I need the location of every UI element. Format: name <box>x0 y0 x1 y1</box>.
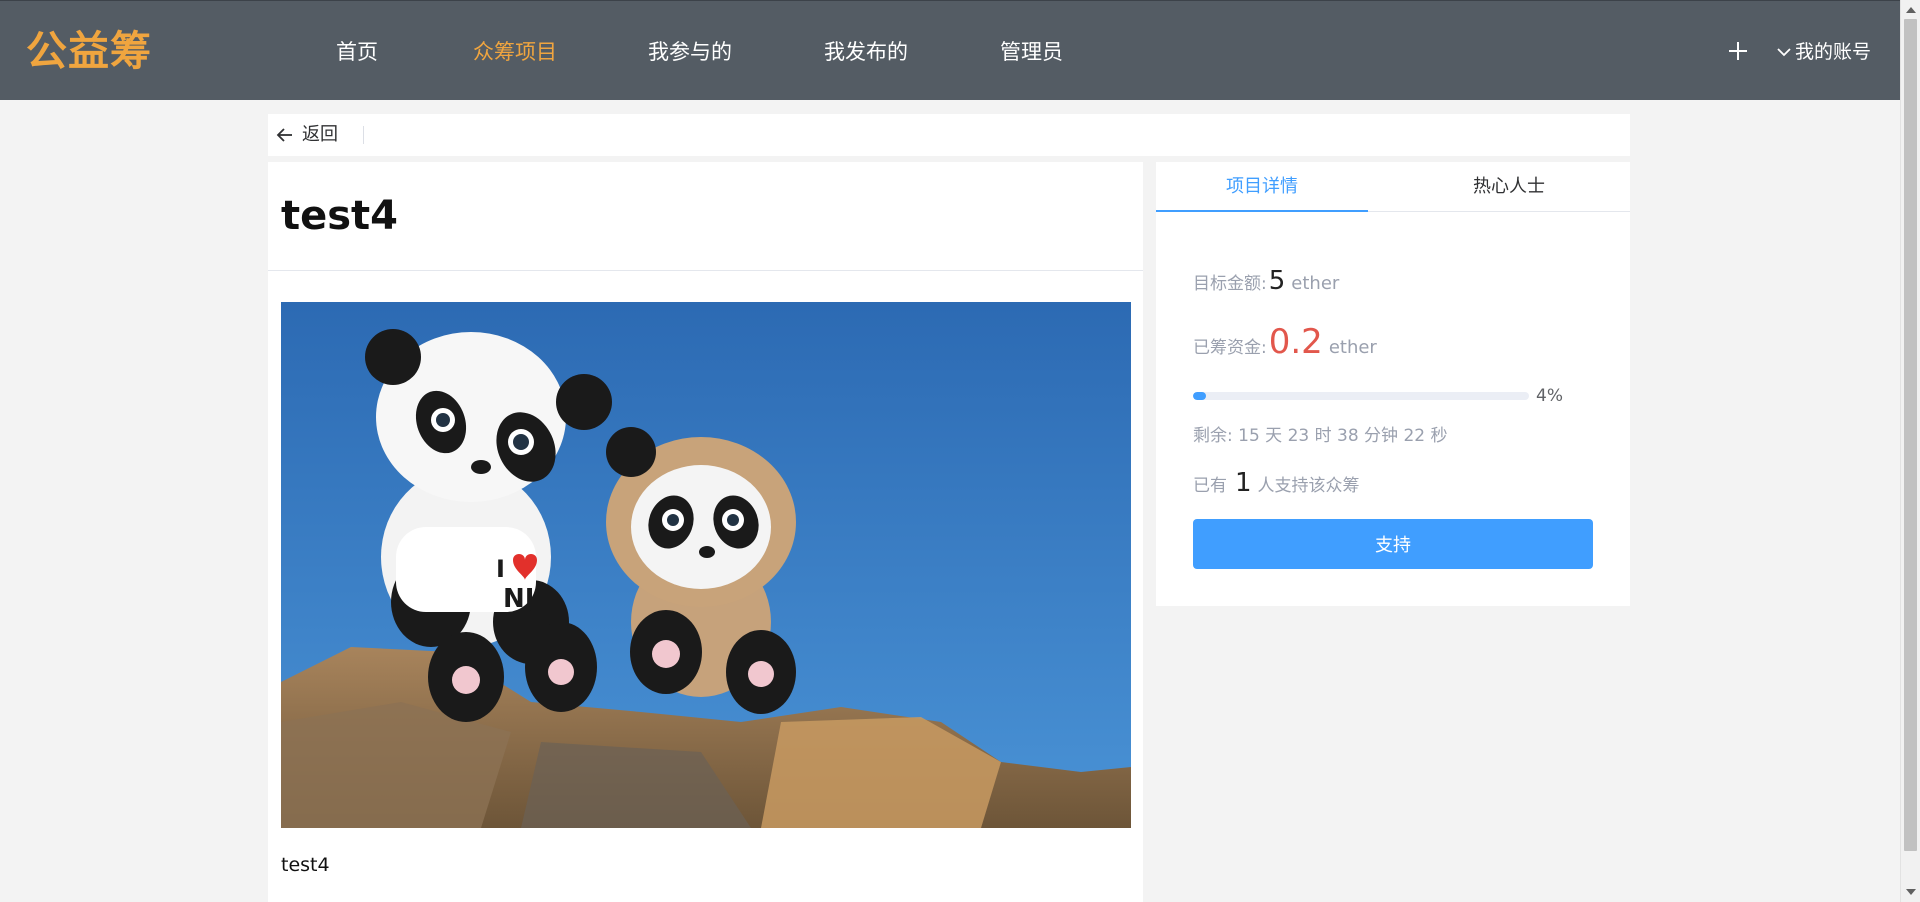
plus-icon[interactable] <box>1726 33 1750 69</box>
nav-item-projects[interactable]: 众筹项目 <box>473 38 557 66</box>
raised-amount-label: 已筹资金: <box>1193 338 1267 358</box>
account-menu[interactable]: 我的账号 <box>1776 38 1871 66</box>
account-label: 我的账号 <box>1795 41 1872 63</box>
top-navbar: 公益筹 首页 众筹项目 我参与的 我发布的 管理员 我的账号 <box>0 0 1900 100</box>
scrollbar-thumb[interactable] <box>1904 19 1917 851</box>
tab-supporters[interactable]: 热心人士 <box>1388 162 1630 212</box>
project-title: test4 <box>281 193 399 239</box>
scroll-down-arrow-icon[interactable] <box>1905 886 1917 898</box>
nav-item-home[interactable]: 首页 <box>336 38 378 66</box>
funding-progress-bar <box>1193 392 1529 400</box>
target-amount-row: 目标金额: 5 ether <box>1193 266 1339 296</box>
target-amount-label: 目标金额: <box>1193 274 1267 294</box>
svg-text:I: I <box>496 555 505 583</box>
site-logo[interactable]: 公益筹 <box>26 27 152 75</box>
nav-item-joined[interactable]: 我参与的 <box>648 38 732 66</box>
panda-photo: I NJ <box>281 302 1131 828</box>
active-tab-indicator <box>1156 210 1368 212</box>
backers-suffix: 人支持该众筹 <box>1257 476 1360 496</box>
tab-project-details[interactable]: 项目详情 <box>1156 162 1368 212</box>
scroll-up-arrow-icon[interactable] <box>1905 4 1917 16</box>
backers-count: 1 <box>1235 468 1252 498</box>
nav-item-published[interactable]: 我发布的 <box>824 38 908 66</box>
project-description: test4 <box>281 854 330 876</box>
divider <box>363 126 364 144</box>
project-content-card: test4 I NJ test4 <box>268 162 1143 902</box>
target-amount-value: 5 <box>1268 266 1286 296</box>
funding-progress-text: 4% <box>1536 386 1563 406</box>
page-header-bar: 返回 <box>268 114 1630 156</box>
project-info-card: 项目详情 热心人士 目标金额: 5 ether 已筹资金: 0.2 ether … <box>1156 162 1630 606</box>
project-image: I NJ <box>281 302 1131 828</box>
target-amount-unit: ether <box>1291 273 1340 294</box>
backers-prefix: 已有 <box>1193 476 1227 496</box>
back-button[interactable]: 返回 <box>276 123 338 147</box>
raised-amount-value: 0.2 <box>1268 322 1323 362</box>
arrow-left-icon <box>276 128 292 142</box>
funding-progress-fill <box>1193 392 1207 400</box>
raised-amount-row: 已筹资金: 0.2 ether <box>1193 322 1377 362</box>
divider <box>268 270 1143 271</box>
back-label: 返回 <box>302 124 338 145</box>
time-remaining: 剩余: 15 天 23 时 38 分钟 22 秒 <box>1193 426 1448 446</box>
backers-row: 已有 1 人支持该众筹 <box>1193 468 1360 498</box>
chevron-down-icon <box>1777 48 1791 57</box>
nav-item-admin[interactable]: 管理员 <box>1000 38 1063 66</box>
raised-amount-unit: ether <box>1328 337 1377 358</box>
support-button[interactable]: 支持 <box>1193 519 1593 569</box>
svg-text:NJ: NJ <box>503 584 534 614</box>
page-scrollbar[interactable] <box>1900 0 1920 902</box>
